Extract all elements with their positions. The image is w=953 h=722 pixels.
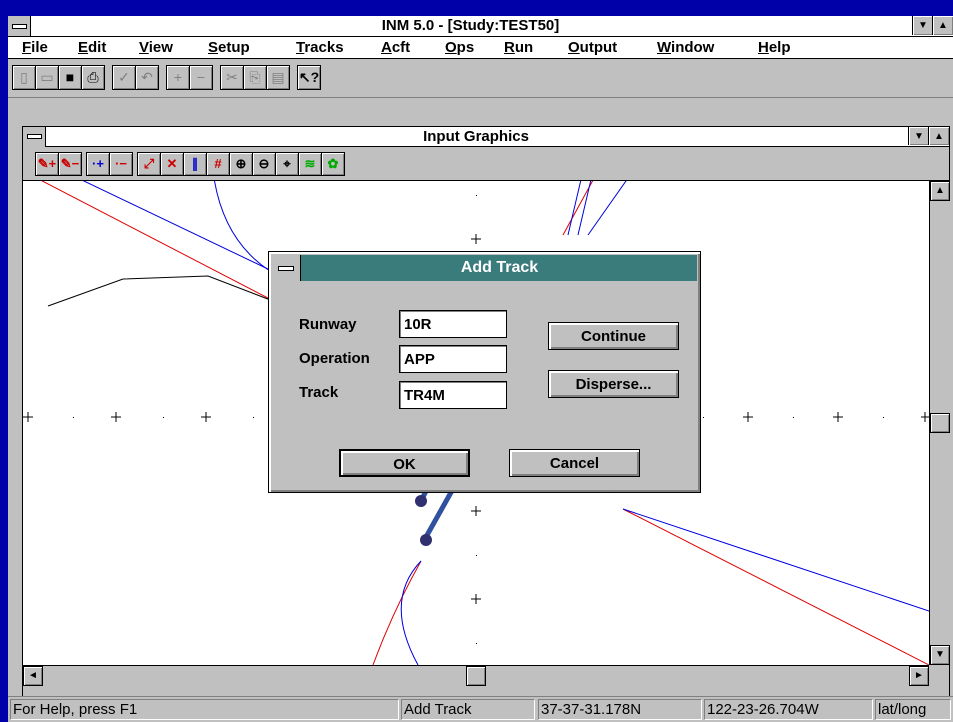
open-file-icon[interactable]: ▭	[35, 65, 59, 90]
menu-file[interactable]: File	[22, 38, 48, 57]
maximize-button[interactable]: ▲	[932, 16, 953, 35]
main-toolbar: ▯ ▭ ■ ⎙ ✓ ↶ + − ✂ ⎘ ▤ ↖?	[8, 59, 953, 98]
copy-icon[interactable]: ⎘	[243, 65, 267, 90]
zoom-out-icon[interactable]: ⊖	[252, 152, 276, 176]
context-help-icon[interactable]: ↖?	[297, 65, 321, 90]
center-icon[interactable]: ⌖	[275, 152, 299, 176]
runway-end-marker	[415, 495, 427, 507]
status-help-text: For Help, press F1	[10, 699, 399, 720]
minimize-button[interactable]: ▼	[912, 16, 933, 35]
child-minimize-button[interactable]: ▼	[908, 127, 929, 145]
cancel-button[interactable]: Cancel	[509, 449, 640, 477]
menu-view[interactable]: View	[139, 38, 173, 57]
title-bar: INM 5.0 - [Study:TEST50] ▼ ▲	[8, 16, 953, 37]
cut-icon[interactable]: ✂	[220, 65, 244, 90]
status-longitude: 122-23-26.704W	[704, 699, 873, 720]
menu-output[interactable]: Output	[568, 38, 617, 57]
track-line-red	[622, 508, 929, 665]
dialog-system-menu-button[interactable]	[272, 255, 301, 281]
undo-icon[interactable]: ↶	[135, 65, 159, 90]
menu-ops[interactable]: Ops	[445, 38, 474, 57]
continue-button[interactable]: Continue	[548, 322, 679, 350]
vertical-scrollbar[interactable]: ▲ ▼	[929, 181, 950, 665]
menu-help[interactable]: Help	[758, 38, 791, 57]
print-icon[interactable]: ⎙	[81, 65, 105, 90]
child-system-menu-button[interactable]	[23, 127, 46, 147]
status-mode: Add Track	[401, 699, 535, 720]
scroll-right-arrow-icon[interactable]: ►	[909, 666, 929, 686]
track-line-red	[372, 560, 422, 665]
delete-point-icon[interactable]: ·−	[109, 152, 133, 176]
track-line-red	[41, 181, 294, 312]
vertical-scroll-thumb[interactable]	[930, 413, 950, 433]
operation-label: Operation	[299, 350, 370, 367]
runway-field[interactable]: 10R	[399, 310, 507, 338]
runway-label: Runway	[299, 316, 357, 333]
runway-end-marker	[420, 534, 432, 546]
save-icon[interactable]: ■	[58, 65, 82, 90]
menu-acft[interactable]: Acft	[381, 38, 410, 57]
delete-track-icon[interactable]: ✎−	[58, 152, 82, 176]
add-track-icon[interactable]: ✎+	[35, 152, 59, 176]
parallel-tracks-icon[interactable]: ∥	[183, 152, 207, 176]
move-point-icon[interactable]: ⤢	[137, 152, 161, 176]
delete-x-icon[interactable]: ✕	[160, 152, 184, 176]
cross-tracks-icon[interactable]: #	[206, 152, 230, 176]
paste-icon[interactable]: ▤	[266, 65, 290, 90]
child-maximize-button[interactable]: ▲	[928, 127, 949, 145]
menu-tracks[interactable]: Tracks	[296, 38, 344, 57]
scroll-up-arrow-icon[interactable]: ▲	[930, 181, 950, 201]
add-track-dialog: Add Track Runway 10R Operation APP Track…	[268, 251, 701, 493]
ok-button[interactable]: OK	[339, 449, 470, 477]
new-file-icon[interactable]: ▯	[12, 65, 36, 90]
window-title: INM 5.0 - [Study:TEST50]	[381, 17, 560, 34]
child-window-title: Input Graphics	[423, 128, 529, 145]
operation-field[interactable]: APP	[399, 345, 507, 373]
menu-setup[interactable]: Setup	[208, 38, 250, 57]
track-line-red	[562, 181, 594, 236]
child-title-bar: Input Graphics ▼ ▲	[23, 127, 949, 147]
scroll-down-arrow-icon[interactable]: ▼	[930, 645, 950, 665]
system-menu-button[interactable]	[8, 16, 31, 36]
menu-edit[interactable]: Edit	[78, 38, 106, 57]
status-bar: For Help, press F1 Add Track 37-37-31.17…	[8, 696, 953, 722]
menu-run[interactable]: Run	[504, 38, 533, 57]
horizontal-scroll-thumb[interactable]	[466, 666, 486, 686]
dialog-title-bar: Add Track	[272, 255, 697, 281]
track-label: Track	[299, 384, 339, 401]
track-line-blue	[622, 508, 929, 612]
scroll-corner	[929, 665, 949, 685]
graphics-toolbar: ✎+ ✎− ·+ ·− ⤢ ✕ ∥ # ⊕ ⊖ ⌖ ≋ ✿	[23, 147, 949, 181]
scroll-left-arrow-icon[interactable]: ◄	[23, 666, 43, 686]
status-latitude: 37-37-31.178N	[538, 699, 702, 720]
disperse-icon[interactable]: ≋	[298, 152, 322, 176]
check-icon[interactable]: ✓	[112, 65, 136, 90]
zoom-in-icon[interactable]: ⊕	[229, 152, 253, 176]
menu-bar: File Edit View Setup Tracks Acft Ops Run…	[8, 37, 953, 59]
status-units: lat/long	[875, 699, 951, 720]
menu-window[interactable]: Window	[657, 38, 714, 57]
track-field[interactable]: TR4M	[399, 381, 507, 409]
grid-icon[interactable]: ✿	[321, 152, 345, 176]
add-point-icon[interactable]: ·+	[86, 152, 110, 176]
disperse-button[interactable]: Disperse...	[548, 370, 679, 398]
subtract-icon[interactable]: −	[189, 65, 213, 90]
grid-marks	[471, 234, 481, 244]
add-icon[interactable]: +	[166, 65, 190, 90]
ground-track	[47, 275, 274, 307]
track-line-blue	[82, 181, 294, 282]
track-line-blue	[400, 560, 422, 665]
dialog-title: Add Track	[460, 259, 539, 276]
horizontal-scrollbar[interactable]: ◄ ►	[23, 665, 929, 686]
